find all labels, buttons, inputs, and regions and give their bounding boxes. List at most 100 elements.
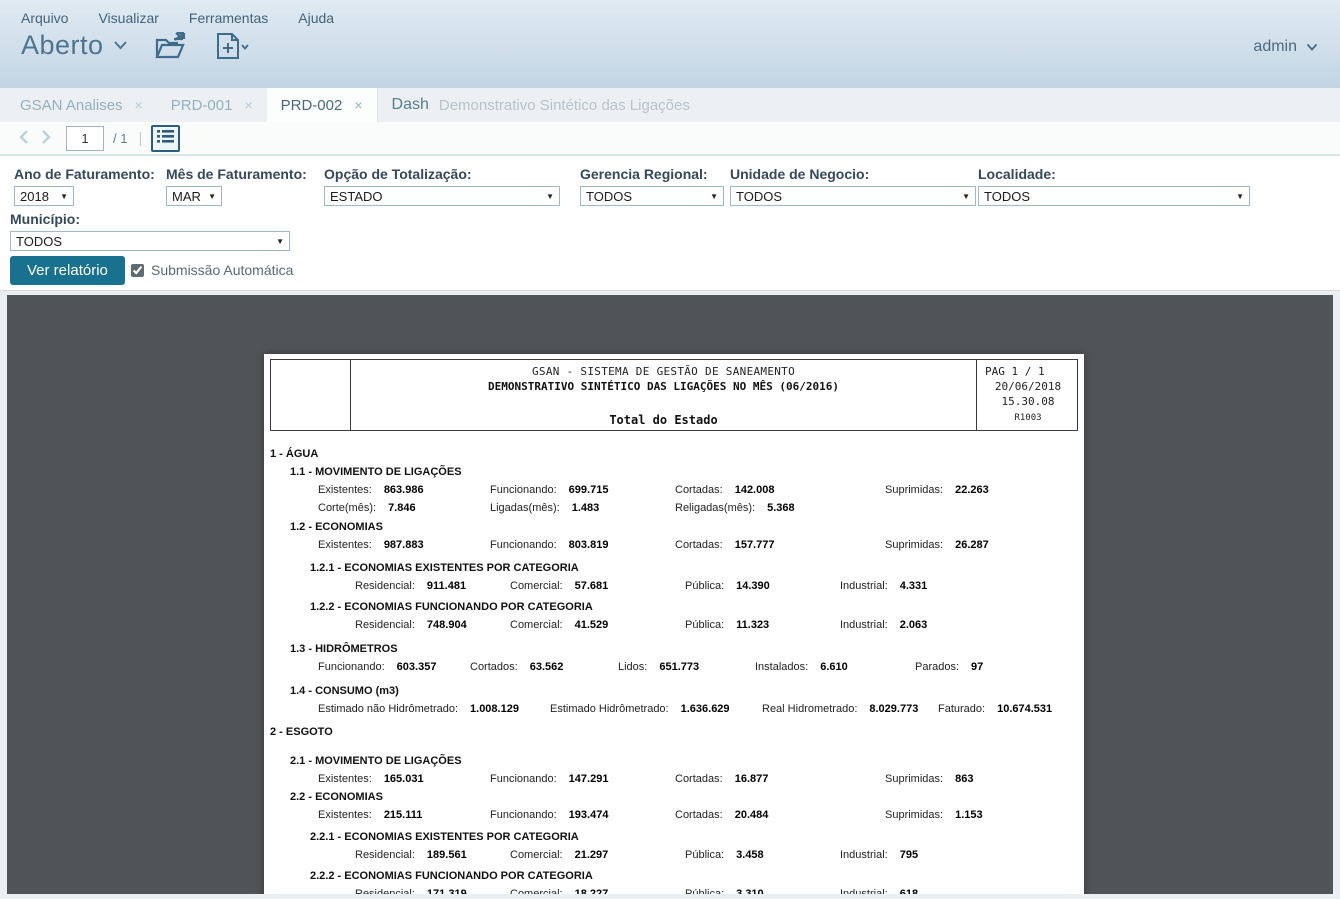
- filter-municipio: Município: TODOS▼: [10, 211, 290, 251]
- menu-ferramentas[interactable]: Ferramentas: [189, 10, 268, 26]
- report-field-label: Estimado Hidrômetrado:: [550, 700, 669, 718]
- report-field-label: Parados:: [915, 658, 959, 676]
- chevron-right-icon: [40, 129, 53, 148]
- report-field-value: 97: [971, 658, 983, 676]
- report-field: Corte(mês):7.846: [318, 499, 490, 517]
- select-value: TODOS: [586, 189, 632, 204]
- close-icon[interactable]: [244, 97, 252, 113]
- report-field-value: 8.029.773: [869, 700, 918, 718]
- report-field-label: Cortados:: [470, 658, 518, 676]
- filter-panel: Ano de Faturamento: 2018▼ Mês de Faturam…: [0, 155, 1340, 291]
- tab-subtitle: Demonstrativo Sintético das Ligações: [439, 97, 690, 114]
- tabbar: GSAN Analises PRD-001 PRD-002 Dash Demon…: [0, 88, 1340, 122]
- report-field-label: Suprimidas:: [885, 481, 943, 499]
- tab-dash[interactable]: Dash Demonstrativo Sintético das Ligaçõe…: [377, 88, 704, 122]
- chevron-down-icon: [1306, 38, 1318, 56]
- tab-prd-002[interactable]: PRD-002: [267, 88, 377, 122]
- report-field-value: 63.562: [530, 658, 564, 676]
- report-field-value: 5.368: [767, 499, 795, 517]
- report-field-value: 157.777: [735, 536, 775, 554]
- report-field-label: Residencial:: [355, 885, 415, 894]
- menu-ajuda[interactable]: Ajuda: [298, 10, 334, 26]
- close-icon[interactable]: [354, 97, 362, 113]
- mes-select[interactable]: MAR▼: [166, 186, 222, 206]
- report-field-value: 1.008.129: [470, 700, 519, 718]
- report-field: Residencial:748.904: [355, 616, 510, 634]
- unidade-select[interactable]: TODOS▼: [730, 186, 976, 206]
- toolbar-divider: |: [138, 130, 142, 147]
- report-section-title: 2.2.1 - ECONOMIAS EXISTENTES POR CATEGOR…: [264, 828, 1084, 846]
- page-number-input[interactable]: [66, 126, 104, 151]
- report-field-label: Comercial:: [510, 577, 563, 595]
- report-field-value: 618: [900, 885, 918, 894]
- report-field: Religadas(mês):5.368: [675, 499, 885, 517]
- report-field-label: Cortadas:: [675, 770, 723, 788]
- open-dropdown[interactable]: Aberto: [21, 30, 128, 61]
- report-org-line: GSAN - SISTEMA DE GESTÃO DE SANEAMENTO: [532, 365, 795, 378]
- report-field-value: 4.331: [900, 577, 928, 595]
- report-field-value: 7.846: [388, 499, 416, 517]
- report-field-label: Funcionando:: [490, 536, 557, 554]
- thumbnail-list-button[interactable]: [151, 125, 180, 152]
- report-field: Cortadas:142.008: [675, 481, 885, 499]
- open-dropdown-label: Aberto: [21, 30, 104, 61]
- filter-label: Opção de Totalização:: [324, 166, 560, 182]
- report-field: Cortados: 63.562: [470, 658, 618, 676]
- select-arrow-icon: ▼: [546, 192, 554, 201]
- gerencia-select[interactable]: TODOS▼: [580, 186, 724, 206]
- report-header-table: GSAN - SISTEMA DE GESTÃO DE SANEAMENTO D…: [270, 359, 1078, 431]
- municipio-select[interactable]: TODOS▼: [10, 231, 290, 251]
- report-field-label: Residencial:: [355, 846, 415, 864]
- close-icon[interactable]: [135, 97, 143, 113]
- report-field-value: 651.773: [659, 658, 699, 676]
- report-field-value: 2.063: [900, 616, 928, 634]
- list-view-icon: [157, 129, 174, 147]
- prev-page-button[interactable]: [12, 129, 35, 148]
- report-field-value: 3.458: [736, 846, 764, 864]
- page-total-label: / 1: [113, 131, 127, 146]
- report-field: Parados: 97: [915, 658, 983, 676]
- report-field-label: Comercial:: [510, 885, 563, 894]
- report-data-row: Residencial:748.904Comercial:41.529Públi…: [264, 616, 1084, 634]
- ver-relatorio-button[interactable]: Ver relatório: [10, 256, 125, 285]
- ano-select[interactable]: 2018▼: [14, 186, 74, 206]
- report-field-label: Industrial:: [840, 577, 888, 595]
- report-field: Estimado não Hidrômetrado:1.008.129: [318, 700, 550, 718]
- folder-open-icon[interactable]: [154, 32, 188, 60]
- report-field: Pública:14.390: [685, 577, 840, 595]
- localidade-select[interactable]: TODOS▼: [978, 186, 1250, 206]
- report-field-value: 14.390: [736, 577, 770, 595]
- report-viewer[interactable]: GSAN - SISTEMA DE GESTÃO DE SANEAMENTO D…: [7, 295, 1333, 894]
- totalizacao-select[interactable]: ESTADO ▼: [324, 186, 560, 206]
- tab-gsan-analises[interactable]: GSAN Analises: [6, 88, 157, 122]
- report-data-row: Funcionando:603.357Cortados:63.562Lidos:…: [264, 658, 1084, 676]
- report-field: Funcionando:193.474: [490, 806, 675, 824]
- menu-arquivo[interactable]: Arquivo: [21, 10, 68, 26]
- report-page-label: PAG 1 / 1: [985, 364, 1071, 379]
- select-value: ESTADO: [330, 189, 383, 204]
- report-title-line: DEMONSTRATIVO SINTÉTICO DAS LIGAÇÕES NO …: [488, 380, 839, 393]
- report-field-value: 41.529: [575, 616, 609, 634]
- report-data-row: Residencial:189.561Comercial:21.297Públi…: [264, 846, 1084, 864]
- chevron-down-icon: [113, 37, 128, 55]
- report-field-value: 1.153: [955, 806, 983, 824]
- report-field: Estimado Hidrômetrado:1.636.629: [550, 700, 762, 718]
- auto-submit-checkbox[interactable]: [131, 264, 144, 277]
- tab-label: Dash: [392, 96, 429, 114]
- report-field-value: 803.819: [569, 536, 609, 554]
- tab-prd-001[interactable]: PRD-001: [157, 88, 267, 122]
- report-field-label: Existentes:: [318, 536, 372, 554]
- report-scope-line: Total do Estado: [609, 413, 717, 427]
- filter-mes-de-faturamento: Mês de Faturamento: MAR▼: [166, 166, 307, 206]
- report-field: Cortadas:16.877: [675, 770, 885, 788]
- pager-toolbar: / 1 |: [0, 122, 1340, 155]
- report-field: Pública:3.458: [685, 846, 840, 864]
- filter-localidade: Localidade: TODOS▼: [978, 166, 1250, 206]
- filter-unidade-de-negocio: Unidade de Negocio: TODOS▼: [730, 166, 976, 206]
- file-plus-icon[interactable]: [214, 32, 250, 60]
- report-date: 20/06/2018: [985, 379, 1071, 394]
- menu-visualizar[interactable]: Visualizar: [98, 10, 158, 26]
- user-menu[interactable]: admin: [1253, 38, 1318, 56]
- report-field: Industrial:2.063: [840, 616, 927, 634]
- next-page-button[interactable]: [35, 129, 58, 148]
